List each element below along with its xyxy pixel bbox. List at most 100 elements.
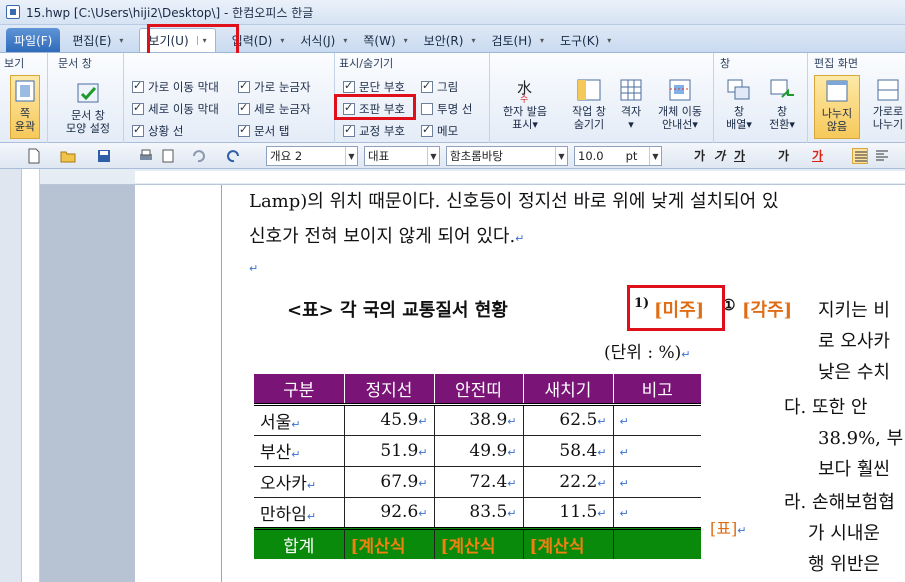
style-combo[interactable]: 개요 2 ▼ bbox=[266, 146, 358, 166]
hanja-pronounce-button[interactable]: 水수 한자 발음 표시▾ bbox=[494, 77, 556, 131]
chevron-down-icon[interactable]: ▼ bbox=[555, 147, 567, 165]
checkbox-on[interactable] bbox=[343, 101, 355, 115]
menu-edit[interactable]: 편집(E) ▾ bbox=[64, 28, 131, 52]
table-cell[interactable] bbox=[612, 526, 701, 559]
font-combo[interactable]: 함초롬바탕 ▼ bbox=[446, 146, 568, 166]
bold-button[interactable]: 가 bbox=[694, 147, 705, 164]
table-cell[interactable]: 62.5↵ bbox=[522, 404, 613, 436]
checkbox-on[interactable] bbox=[132, 79, 144, 93]
docwin-setting-button[interactable]: 문서 창 모양 설정 bbox=[56, 81, 120, 135]
menu-format[interactable]: 서식(J) ▾ bbox=[292, 28, 355, 52]
header-cell[interactable]: 정지선 bbox=[343, 374, 434, 406]
header-cell[interactable]: 구분 bbox=[254, 374, 344, 406]
check-vruler[interactable]: 세로 눈금자 bbox=[238, 101, 311, 117]
table-cell[interactable]: 58.4↵ bbox=[522, 435, 613, 467]
table-cell[interactable]: ↵ bbox=[612, 404, 701, 436]
formula-cell[interactable]: [계산식 bbox=[343, 526, 434, 559]
checkbox-on[interactable] bbox=[343, 79, 355, 93]
table-cell[interactable]: 72.4↵ bbox=[433, 466, 523, 498]
grid-button[interactable]: 격자 ▾ bbox=[614, 77, 648, 131]
italic-button[interactable]: 가 bbox=[714, 147, 725, 164]
checkbox-off[interactable] bbox=[421, 103, 433, 115]
align-left-icon[interactable] bbox=[874, 148, 890, 164]
formula-cell[interactable]: [계산식 bbox=[433, 526, 523, 559]
object-move-guide-button[interactable]: 개체 이동 안내선▾ bbox=[650, 77, 710, 131]
body-line-2[interactable]: 신호가 전혀 보이지 않게 되어 있다.↵ bbox=[249, 222, 524, 248]
check-hruler[interactable]: 가로 눈금자 bbox=[238, 79, 311, 95]
checkbox-on[interactable] bbox=[132, 123, 144, 137]
table-cell[interactable]: ↵ bbox=[612, 435, 701, 467]
table-cell[interactable]: 11.5↵ bbox=[522, 497, 613, 529]
checkbox-on[interactable] bbox=[343, 123, 355, 137]
table-cell[interactable]: 49.9↵ bbox=[433, 435, 523, 467]
menu-file[interactable]: 파일(F) bbox=[6, 28, 61, 52]
page-outline-button[interactable]: 쪽 윤곽 bbox=[10, 75, 40, 139]
open-folder-icon[interactable] bbox=[60, 148, 76, 164]
check-picture[interactable]: 그림 bbox=[421, 79, 458, 95]
header-cell[interactable]: 안전띠 bbox=[433, 374, 523, 406]
table-cell[interactable]: 만하임↵ bbox=[254, 497, 344, 529]
horizontal-ruler[interactable] bbox=[40, 169, 905, 185]
table-caption[interactable]: <표> 각 국의 교통질서 현황 bbox=[287, 296, 508, 322]
check-para-mark[interactable]: 문단 부호 bbox=[343, 79, 405, 95]
table-cell[interactable]: 45.9↵ bbox=[343, 404, 434, 436]
checkbox-on[interactable] bbox=[421, 79, 433, 93]
chevron-down-icon[interactable]: ▼ bbox=[345, 147, 357, 165]
checkbox-on[interactable] bbox=[238, 123, 250, 137]
check-transparent-line[interactable]: 투명 선 bbox=[421, 101, 472, 117]
body-line-1[interactable]: Lamp)의 위치 때문이다. 신호등이 정지선 바로 위에 낮게 설치되어 있 bbox=[249, 187, 779, 213]
check-memo[interactable]: 메모 bbox=[421, 123, 458, 139]
table-cell[interactable]: 92.6↵ bbox=[343, 497, 434, 529]
font-size-combo[interactable]: 10.0 pt ▼ bbox=[574, 146, 662, 166]
font-effect-button[interactable]: 가 bbox=[778, 147, 789, 164]
check-proof-mark[interactable]: 교정 부호 bbox=[343, 123, 405, 139]
footnote-control-code[interactable]: [각주] bbox=[742, 296, 792, 322]
checkbox-on[interactable] bbox=[238, 79, 250, 93]
table-cell[interactable]: 83.5↵ bbox=[433, 497, 523, 529]
check-vscroll[interactable]: 세로 이동 막대 bbox=[132, 101, 219, 117]
chevron-down-icon[interactable]: ▼ bbox=[649, 147, 661, 165]
new-doc-icon[interactable] bbox=[26, 148, 42, 164]
header-cell[interactable]: 새치기 bbox=[522, 374, 613, 406]
align-justify-icon[interactable] bbox=[852, 148, 868, 164]
menu-input[interactable]: 입력(D) ▾ bbox=[224, 28, 293, 52]
table-cell[interactable]: 부산↵ bbox=[254, 435, 344, 467]
underline-button[interactable]: 가 bbox=[734, 147, 745, 164]
language-combo[interactable]: 대표 ▼ bbox=[364, 146, 440, 166]
endnote-control-code[interactable]: [미주] bbox=[654, 296, 704, 322]
print-icon[interactable] bbox=[138, 148, 154, 164]
redo-icon[interactable] bbox=[226, 148, 242, 164]
no-split-button[interactable]: 나누지 않음 bbox=[814, 75, 860, 139]
table-cell[interactable]: 38.9↵ bbox=[433, 404, 523, 436]
check-status-line[interactable]: 상황 선 bbox=[132, 123, 183, 139]
table-cell[interactable]: 51.9↵ bbox=[343, 435, 434, 467]
menu-page[interactable]: 쪽(W) ▾ bbox=[355, 28, 415, 52]
table-cell[interactable]: 22.2↵ bbox=[522, 466, 613, 498]
save-icon[interactable] bbox=[96, 148, 112, 164]
table-cell[interactable]: 서울↵ bbox=[254, 404, 344, 436]
menu-security[interactable]: 보안(R) ▾ bbox=[416, 28, 484, 52]
menu-review[interactable]: 검토(H) ▾ bbox=[483, 28, 551, 52]
preview-icon[interactable] bbox=[160, 148, 176, 164]
table-cell[interactable]: ↵ bbox=[612, 497, 701, 529]
menu-view[interactable]: 보기(U) ▾ bbox=[139, 28, 216, 52]
traffic-table[interactable]: 구분 정지선 안전띠 새치기 비고 서울↵ 45.9↵ 38.9↵ 62.5↵ … bbox=[254, 374, 701, 559]
check-doc-tab[interactable]: 문서 탭 bbox=[238, 123, 289, 139]
chevron-down-icon[interactable]: ▼ bbox=[427, 147, 439, 165]
work-window-hide-button[interactable]: 작업 창 숨기기 bbox=[564, 77, 614, 131]
hsplit-button[interactable]: 가로로 나누기 bbox=[866, 77, 905, 131]
window-arrange-button[interactable]: 창 배열▾ bbox=[720, 77, 758, 131]
formula-cell[interactable]: [계산식 bbox=[522, 526, 613, 559]
vertical-ruler[interactable] bbox=[22, 169, 40, 582]
table-cell[interactable]: ↵ bbox=[612, 466, 701, 498]
undo-icon[interactable] bbox=[190, 148, 206, 164]
header-cell[interactable]: 비고 bbox=[612, 374, 701, 406]
font-color-button[interactable]: 가 bbox=[812, 147, 823, 164]
window-switch-button[interactable]: 창 전환▾ bbox=[762, 77, 802, 131]
check-control-mark[interactable]: 조판 부호 bbox=[343, 101, 405, 117]
menu-tools[interactable]: 도구(K) ▾ bbox=[552, 28, 619, 52]
checkbox-on[interactable] bbox=[132, 101, 144, 115]
checkbox-on[interactable] bbox=[238, 101, 250, 115]
checkbox-on[interactable] bbox=[421, 123, 433, 137]
sum-label-cell[interactable]: 합계 bbox=[254, 526, 344, 559]
